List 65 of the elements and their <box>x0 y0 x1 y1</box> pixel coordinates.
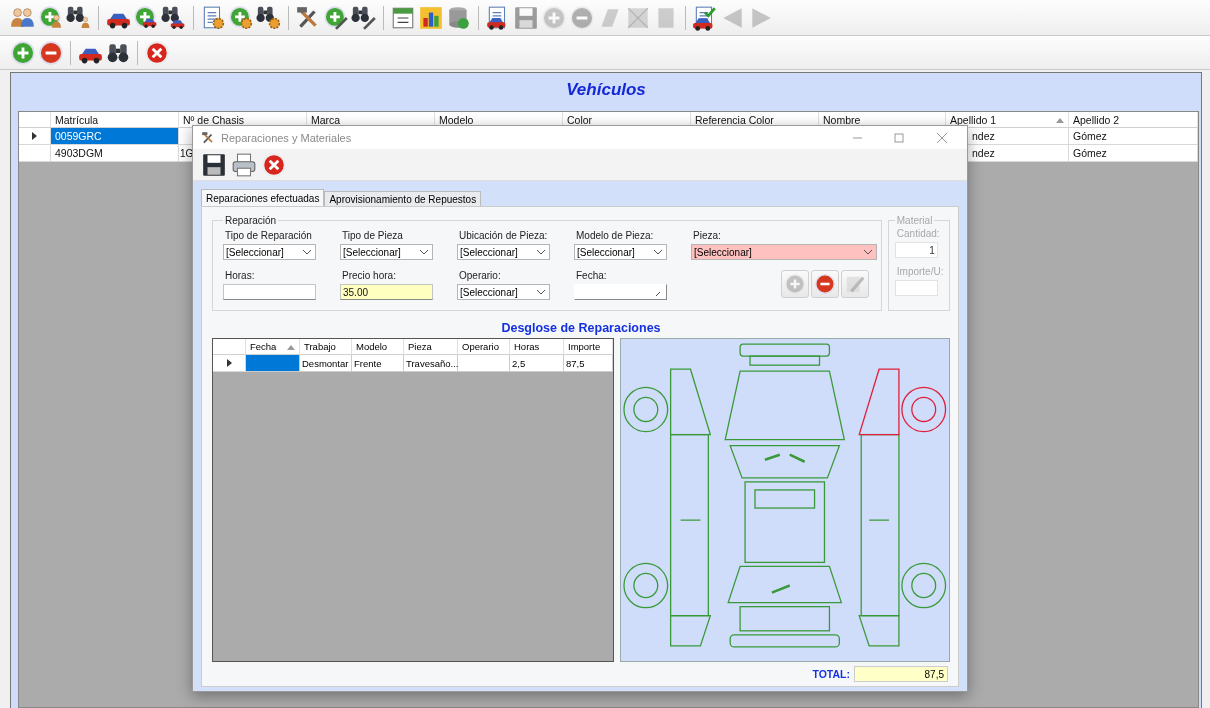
car-check-icon[interactable] <box>692 4 718 31</box>
database-icon[interactable] <box>446 4 472 31</box>
table-cell: Gómez <box>1069 128 1198 145</box>
add-gear-icon[interactable] <box>228 4 254 31</box>
row-pointer-icon <box>32 132 37 140</box>
tab[interactable]: Reparaciones efectuadas <box>201 189 325 206</box>
field-label: Tipo de Pieza <box>341 230 404 241</box>
close-icon[interactable] <box>144 39 170 66</box>
tab[interactable]: Aprovisionamiento de Repuestos <box>324 191 482 206</box>
row-pointer-icon <box>226 359 232 367</box>
binoculars-tools-icon[interactable] <box>351 4 377 31</box>
table-cell <box>246 355 300 372</box>
table-cell: Frente <box>352 355 404 372</box>
date-field[interactable] <box>574 284 667 300</box>
chart-icon[interactable] <box>418 4 444 31</box>
total-field: 87,5 <box>854 666 948 682</box>
add-tools-icon[interactable] <box>323 4 349 31</box>
row-header[interactable] <box>19 128 51 145</box>
input-field[interactable] <box>223 284 316 300</box>
table-cell: Travesaño... <box>404 355 458 372</box>
field-label: Precio hora: <box>341 270 397 281</box>
table-cell: 2,5 <box>510 355 564 372</box>
section-title: Desglose de Reparaciones <box>500 321 662 335</box>
field-label: Fecha: <box>575 270 608 281</box>
binoculars-gear-icon[interactable] <box>256 4 282 31</box>
field-label: Tipo de Reparación <box>224 230 313 241</box>
panel-title: Vehículos <box>565 79 647 101</box>
window-title: Reparaciones y Materiales <box>221 131 353 144</box>
table-cell: Gómez <box>1069 145 1198 162</box>
field-label: Importe/U: <box>895 266 943 277</box>
tools-icon <box>201 130 215 145</box>
binoculars-person-icon[interactable] <box>66 4 92 31</box>
binoculars-car-icon[interactable] <box>161 4 187 31</box>
caret-icon <box>537 249 545 255</box>
field-label: Modelo de Pieza: <box>575 230 655 241</box>
dropdown-field[interactable]: [Seleccionar] <box>457 284 550 300</box>
field-label: Horas: <box>224 270 256 281</box>
caret-icon <box>303 249 311 255</box>
total-label: TOTAL: <box>812 668 850 680</box>
field-label: Pieza: <box>692 230 722 241</box>
field-label: Ubicación de Pieza: <box>458 230 549 241</box>
dropdown-field[interactable]: [Seleccionar] <box>457 244 550 260</box>
table-cell: 87,5 <box>564 355 614 372</box>
table-cell: 0059GRC <box>51 128 179 145</box>
caret-icon <box>420 249 428 255</box>
dropdown-field[interactable]: [Seleccionar] <box>223 244 316 260</box>
remove-icon[interactable] <box>38 39 64 66</box>
table-cell: 4903DGM <box>51 145 179 162</box>
caret-icon <box>654 249 662 255</box>
add-car-icon[interactable] <box>133 4 159 31</box>
dropdown-field[interactable]: [Seleccionar] <box>340 244 433 260</box>
input-field[interactable]: 35.00 <box>340 284 433 300</box>
group-title: Material <box>895 215 934 226</box>
row-header[interactable] <box>213 355 246 372</box>
field-label: Operario: <box>458 270 502 281</box>
caret-icon <box>537 289 545 295</box>
field-label: Cantidad: <box>895 228 941 239</box>
table-cell: Desmontar <box>300 355 352 372</box>
dropdown-field[interactable]: [Seleccionar] <box>691 244 877 260</box>
caret-icon <box>655 292 663 297</box>
group-title: Reparación <box>224 215 278 226</box>
add-icon[interactable] <box>10 39 36 66</box>
printer-icon[interactable] <box>231 151 257 178</box>
caret-icon <box>864 249 872 255</box>
dropdown-field[interactable]: [Seleccionar] <box>574 244 667 260</box>
